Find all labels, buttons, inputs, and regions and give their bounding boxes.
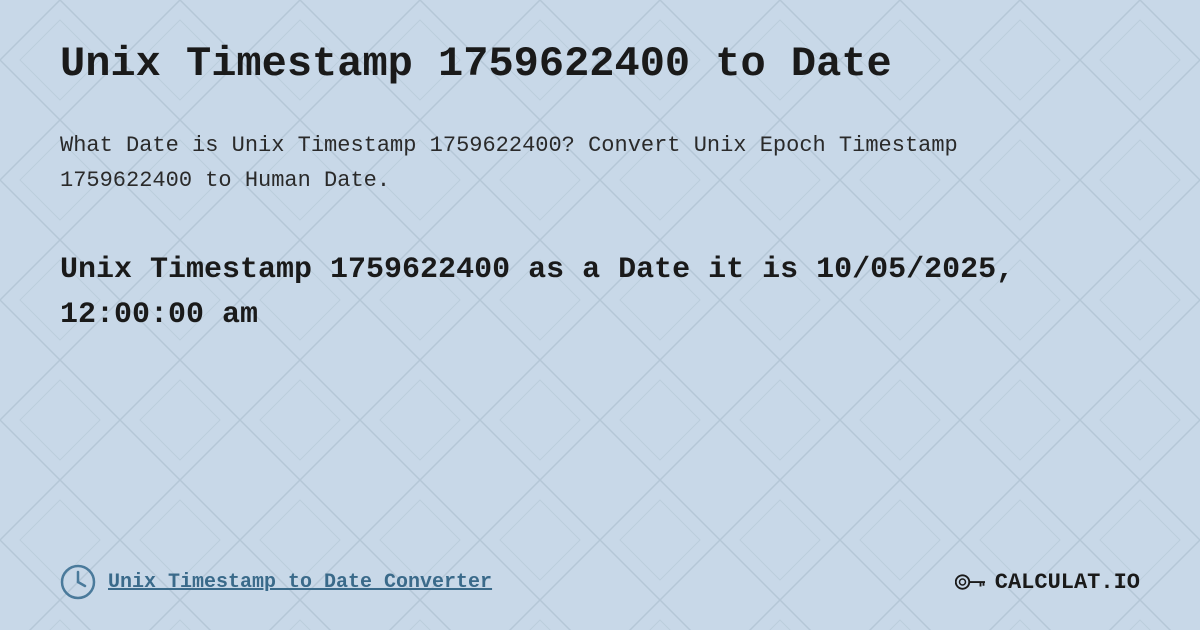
footer-left[interactable]: Unix Timestamp to Date Converter bbox=[60, 564, 492, 600]
page-title: Unix Timestamp 1759622400 to Date bbox=[60, 40, 1140, 88]
clock-icon bbox=[60, 564, 96, 600]
footer-link[interactable]: Unix Timestamp to Date Converter bbox=[108, 571, 492, 594]
calculat-logo[interactable]: CALCULAT.IO bbox=[955, 570, 1140, 595]
key-icon bbox=[955, 571, 985, 593]
footer: Unix Timestamp to Date Converter CALCULA… bbox=[60, 564, 1140, 600]
result-section: Unix Timestamp 1759622400 as a Date it i… bbox=[60, 248, 1140, 338]
logo-text: CALCULAT.IO bbox=[995, 570, 1140, 595]
result-text: Unix Timestamp 1759622400 as a Date it i… bbox=[60, 248, 1140, 338]
page-description: What Date is Unix Timestamp 1759622400? … bbox=[60, 128, 960, 198]
